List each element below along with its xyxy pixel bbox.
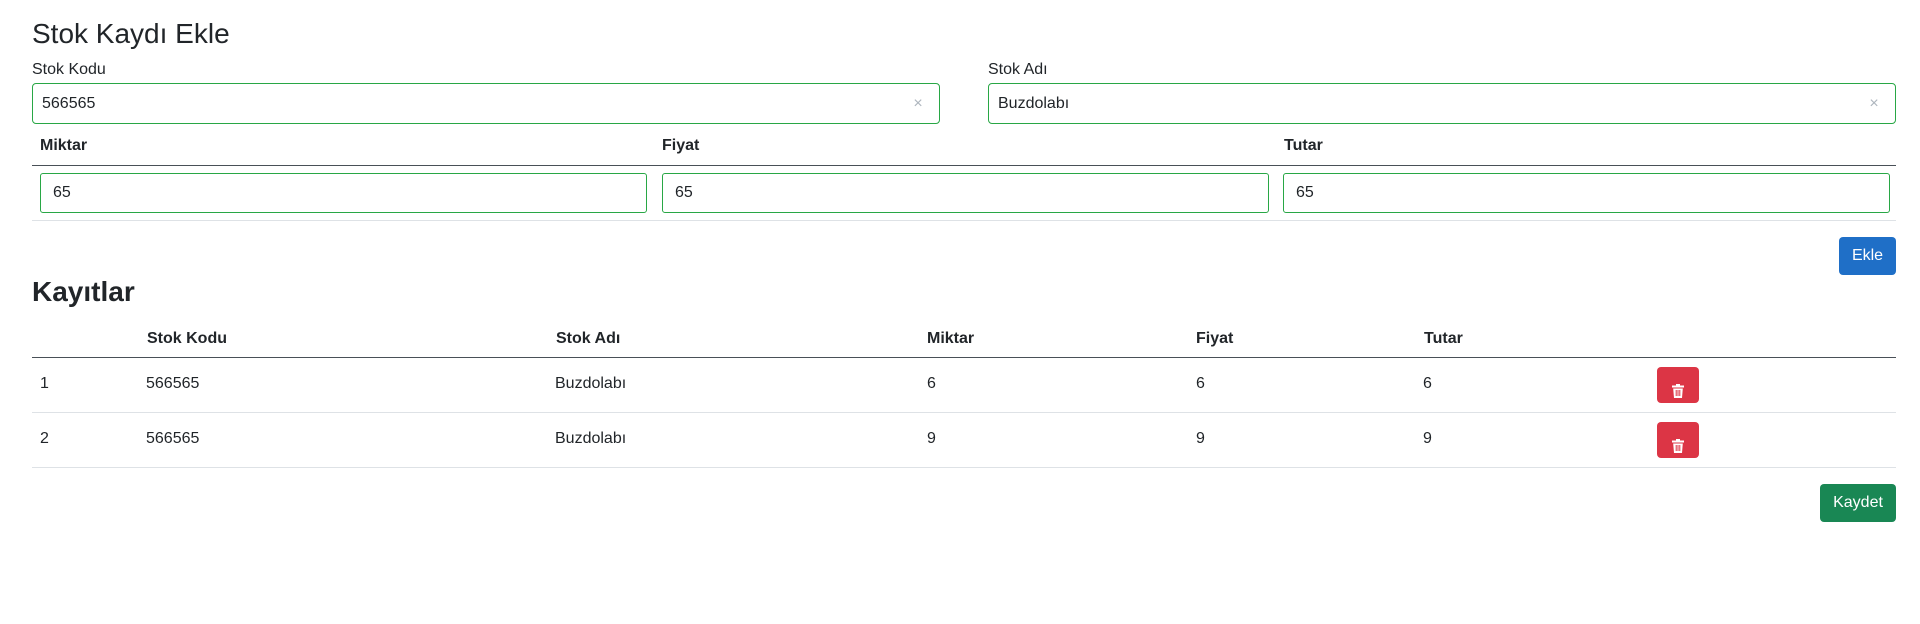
tutar-input[interactable]: [1283, 173, 1890, 213]
stok-adi-input[interactable]: [988, 83, 1896, 124]
row-stok-adi: Buzdolabı: [555, 430, 627, 447]
stok-adi-label: Stok Adı: [988, 61, 1048, 78]
row-fiyat: 6: [1196, 375, 1205, 392]
header-miktar: Miktar: [927, 330, 975, 347]
stock-entry-page: Stok Kaydı Ekle Stok Kodu × Stok Adı × M…: [0, 0, 1920, 624]
row-miktar: 9: [927, 430, 936, 447]
row-number: 2: [40, 430, 49, 447]
stok-kodu-clear-icon[interactable]: ×: [910, 96, 926, 112]
stok-kodu-label: Stok Kodu: [32, 61, 106, 78]
header-fiyat: Fiyat: [1196, 330, 1234, 347]
row-miktar: 6: [927, 375, 936, 392]
row-fiyat: 9: [1196, 430, 1205, 447]
table-row: 1 566565 Buzdolabı 6 6 6: [32, 358, 1896, 413]
entry-row-divider: [32, 220, 1896, 221]
save-button[interactable]: Kaydet: [1820, 484, 1896, 522]
row-tutar: 6: [1423, 375, 1432, 392]
form-title: Stok Kaydı Ekle: [32, 18, 230, 49]
row-tutar: 9: [1423, 430, 1432, 447]
row-stok-kodu: 566565: [146, 430, 200, 447]
trash-icon: [1672, 438, 1684, 453]
records-title: Kayıtlar: [32, 276, 135, 307]
row-stok-adi: Buzdolabı: [555, 375, 627, 392]
add-button[interactable]: Ekle: [1839, 237, 1896, 275]
trash-icon: [1672, 383, 1684, 398]
entry-table-header: Miktar Fiyat Tutar: [32, 132, 1896, 166]
records-table-header: Stok Kodu Stok Adı Miktar Fiyat Tutar: [32, 322, 1896, 358]
header-tutar: Tutar: [1424, 330, 1463, 347]
header-miktar: Miktar: [40, 137, 88, 154]
delete-row-button[interactable]: [1657, 367, 1699, 403]
stok-kodu-input[interactable]: [32, 83, 940, 124]
header-stok-adi: Stok Adı: [556, 330, 621, 347]
row-number: 1: [40, 375, 49, 392]
stok-adi-clear-icon[interactable]: ×: [1866, 96, 1882, 112]
fiyat-input[interactable]: [662, 173, 1269, 213]
header-fiyat: Fiyat: [662, 137, 700, 154]
delete-row-button[interactable]: [1657, 422, 1699, 458]
header-tutar: Tutar: [1284, 137, 1323, 154]
row-stok-kodu: 566565: [146, 375, 200, 392]
header-stok-kodu: Stok Kodu: [147, 330, 227, 347]
miktar-input[interactable]: [40, 173, 647, 213]
table-row: 2 566565 Buzdolabı 9 9 9: [32, 413, 1896, 468]
